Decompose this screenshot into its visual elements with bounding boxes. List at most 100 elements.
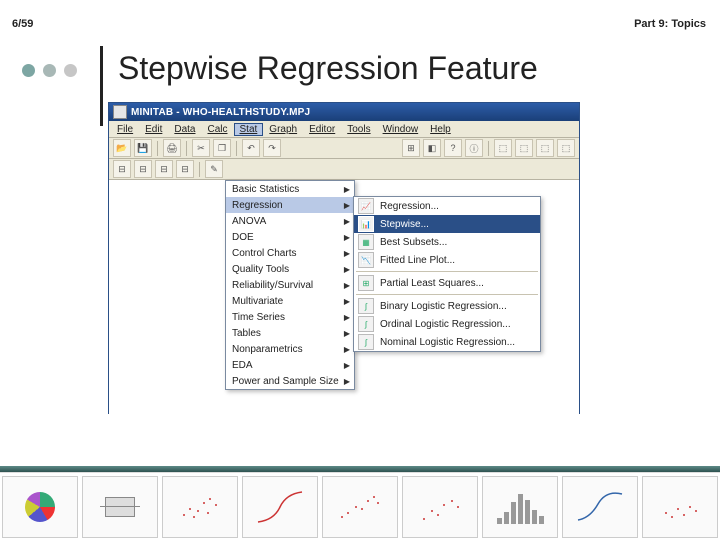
thumb-scatter <box>162 476 238 538</box>
submenu-item-binary-logistic[interactable]: ∫ Binary Logistic Regression... <box>354 297 540 315</box>
menu-item-quality-tools[interactable]: Quality Tools▶ <box>226 261 354 277</box>
curve-icon <box>576 490 624 524</box>
separator <box>157 141 158 156</box>
submenu-item-fitted-line[interactable]: 📉Fitted Line Plot... <box>354 251 540 269</box>
logistic-icon: ∫ <box>358 334 374 350</box>
menu-item-regression[interactable]: Regression▶ <box>226 197 354 213</box>
tool-icon[interactable]: ⊟ <box>176 160 194 178</box>
menu-edit[interactable]: Edit <box>139 123 168 136</box>
copy-icon[interactable]: ❐ <box>213 139 231 157</box>
chevron-right-icon: ▶ <box>344 265 350 274</box>
menu-data[interactable]: Data <box>168 123 201 136</box>
separator <box>236 141 237 156</box>
menu-tools[interactable]: Tools <box>341 123 376 136</box>
toolbar-main: 📂 💾 🖨 ✂ ❐ ↶ ↷ ⊞ ◧ ? ⓘ ⬚ ⬚ ⬚ ⬚ <box>109 138 579 159</box>
submenu-item-label: Stepwise... <box>380 219 429 230</box>
tool-icon[interactable]: ⬚ <box>557 139 575 157</box>
menu-graph[interactable]: Graph <box>263 123 303 136</box>
chevron-right-icon: ▶ <box>344 233 350 242</box>
toolbar-secondary: ⊟ ⊟ ⊟ ⊟ ✎ <box>109 159 579 180</box>
part-label: Part 9: Topics <box>634 18 706 30</box>
menu-item-multivariate[interactable]: Multivariate▶ <box>226 293 354 309</box>
menu-window[interactable]: Window <box>377 123 425 136</box>
menu-item-nonparametrics[interactable]: Nonparametrics▶ <box>226 341 354 357</box>
tool-icon[interactable]: ⬚ <box>515 139 533 157</box>
separator <box>356 271 538 272</box>
tool-icon[interactable]: ⊟ <box>134 160 152 178</box>
help-icon[interactable]: ? <box>444 139 462 157</box>
tool-icon[interactable]: ⊟ <box>113 160 131 178</box>
chevron-right-icon: ▶ <box>344 217 350 226</box>
menu-item-eda[interactable]: EDA▶ <box>226 357 354 373</box>
menu-file[interactable]: File <box>111 123 139 136</box>
menu-item-label: Basic Statistics <box>232 184 299 195</box>
menu-item-power[interactable]: Power and Sample Size▶ <box>226 373 354 389</box>
cut-icon[interactable]: ✂ <box>192 139 210 157</box>
dot-icon <box>22 64 35 77</box>
logistic-icon: ∫ <box>358 316 374 332</box>
window-titlebar[interactable]: MINITAB - WHO-HEALTHSTUDY.MPJ <box>109 103 579 121</box>
menu-item-label: Control Charts <box>232 248 296 259</box>
menu-item-anova[interactable]: ANOVA ▶ <box>226 213 354 229</box>
thumb-scatter <box>642 476 718 538</box>
menu-item-time-series[interactable]: Time Series▶ <box>226 309 354 325</box>
submenu-item-stepwise[interactable]: 📊Stepwise... <box>354 215 540 233</box>
menu-item-label: ANOVA <box>232 216 266 227</box>
tool-icon[interactable]: ◧ <box>423 139 441 157</box>
menu-editor[interactable]: Editor <box>303 123 341 136</box>
submenu-item-regression[interactable]: 📈 Regression... <box>354 197 540 215</box>
pls-icon: ⊞ <box>358 275 374 291</box>
app-icon <box>113 105 127 119</box>
tool-icon[interactable]: ⊞ <box>402 139 420 157</box>
chevron-right-icon: ▶ <box>344 313 350 322</box>
submenu-item-pls[interactable]: ⊞Partial Least Squares... <box>354 274 540 292</box>
submenu-item-label: Regression... <box>380 201 439 212</box>
separator <box>199 162 200 177</box>
submenu-item-label: Binary Logistic Regression... <box>380 301 507 312</box>
scatter-icon <box>337 490 383 524</box>
menu-item-label: EDA <box>232 360 253 371</box>
tool-icon[interactable]: ⊟ <box>155 160 173 178</box>
scatter-icon <box>657 490 703 524</box>
menu-label: Calc <box>207 124 227 135</box>
separator <box>186 141 187 156</box>
submenu-item-ordinal-logistic[interactable]: ∫Ordinal Logistic Regression... <box>354 315 540 333</box>
undo-icon[interactable]: ↶ <box>242 139 260 157</box>
thumb-hist <box>482 476 558 538</box>
logistic-icon: ∫ <box>358 298 374 314</box>
menu-item-basic-statistics[interactable]: Basic Statistics▶ <box>226 181 354 197</box>
menubar: File Edit Data Calc Stat Graph Editor To… <box>109 121 579 138</box>
menu-item-label: Nonparametrics <box>232 344 303 355</box>
menu-item-label: Tables <box>232 328 261 339</box>
tool-icon[interactable]: ⓘ <box>465 139 483 157</box>
tool-icon[interactable]: ⬚ <box>494 139 512 157</box>
brush-icon[interactable]: ✎ <box>205 160 223 178</box>
menu-label: Editor <box>309 124 335 135</box>
dot-icon <box>43 64 56 77</box>
thumbnail-strip <box>0 472 720 540</box>
submenu-item-best-subsets[interactable]: ▦Best Subsets... <box>354 233 540 251</box>
menu-stat[interactable]: Stat <box>234 123 264 136</box>
curve-icon <box>256 490 304 524</box>
thumb-scatter <box>402 476 478 538</box>
submenu-item-nominal-logistic[interactable]: ∫Nominal Logistic Regression... <box>354 333 540 351</box>
save-icon[interactable]: 💾 <box>134 139 152 157</box>
bullet-dots <box>22 64 77 77</box>
redo-icon[interactable]: ↷ <box>263 139 281 157</box>
tool-icon[interactable]: ⬚ <box>536 139 554 157</box>
print-icon[interactable]: 🖨 <box>163 139 181 157</box>
menu-label: Edit <box>145 124 162 135</box>
menu-item-doe[interactable]: DOE▶ <box>226 229 354 245</box>
menu-calc[interactable]: Calc <box>201 123 233 136</box>
menu-help[interactable]: Help <box>424 123 457 136</box>
open-icon[interactable]: 📂 <box>113 139 131 157</box>
menu-label: Data <box>174 124 195 135</box>
menu-item-tables[interactable]: Tables▶ <box>226 325 354 341</box>
regression-icon: 📈 <box>358 198 374 214</box>
chevron-right-icon: ▶ <box>344 201 350 210</box>
menu-item-control-charts[interactable]: Control Charts▶ <box>226 245 354 261</box>
menu-item-reliability[interactable]: Reliability/Survival▶ <box>226 277 354 293</box>
stat-menu: Basic Statistics▶ Regression▶ ANOVA▶ DOE… <box>225 180 355 390</box>
menu-label: Tools <box>347 124 370 135</box>
pie-icon <box>25 492 55 522</box>
